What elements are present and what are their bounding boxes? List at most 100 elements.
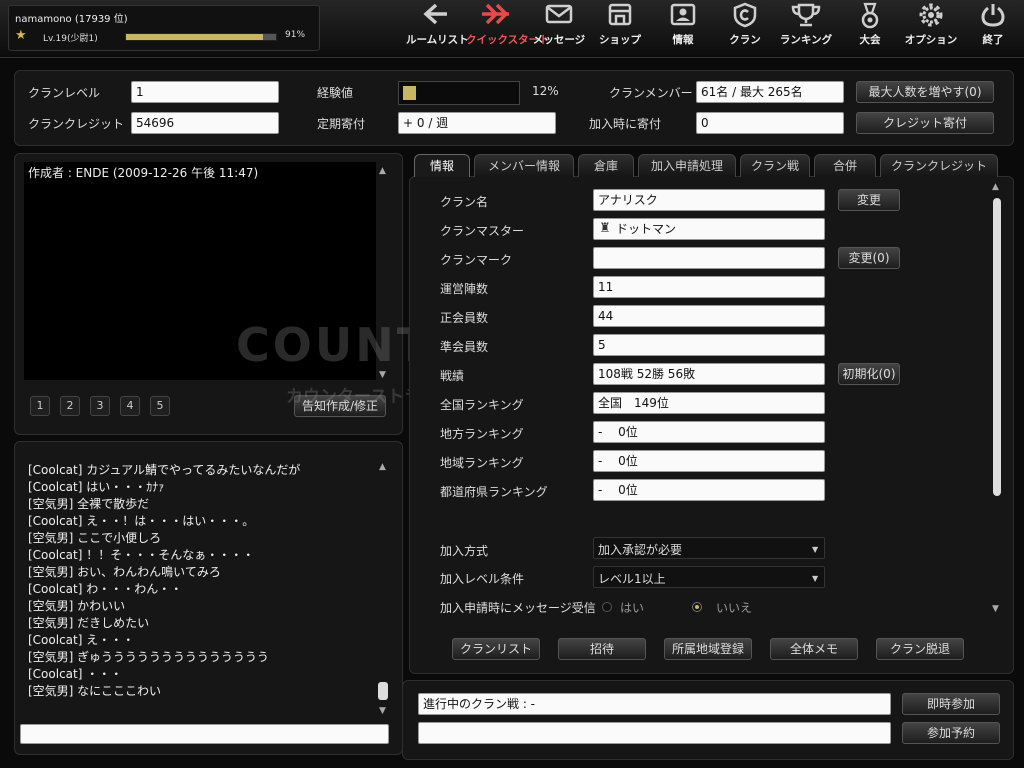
notice-page-2[interactable]: 2 [60,396,80,416]
prefecture-rank-label: 都道府県ランキング [440,485,548,499]
clan-name-label: クラン名 [440,195,489,209]
tab-clan-war[interactable]: クラン戦 [740,154,810,177]
tab-warehouse[interactable]: 倉庫 [578,154,634,177]
nav-label: メッセージ [532,34,586,46]
rank-insignia-icon: ★ [15,28,27,43]
notice-page-1[interactable]: 1 [30,396,50,416]
region-register-button[interactable]: 所属地域登録 [664,638,752,660]
tab-member-info[interactable]: メンバー情報 [474,154,574,177]
chat-line: [Coolcat] わ・・・わん・・ [28,582,183,596]
join-method-value: 加入承認が必要 [598,543,683,557]
arrow-left-icon [406,2,466,32]
dropdown-arrow-icon: ▼ [812,574,819,583]
fast-forward-icon [466,2,528,32]
join-now-button[interactable]: 即時参加 [902,693,1000,715]
chat-line: [Coolcat] ！！そ・・・そんなぁ・・・・ [28,548,255,562]
join-donation-field[interactable]: 0 [696,112,844,134]
donate-credit-button[interactable]: クレジット寄付 [856,112,994,134]
dropdown-arrow-icon: ▼ [812,545,819,554]
regular-donation-field: + 0 / 週 [398,112,556,134]
envelope-icon [530,2,588,32]
associate-members-field: 5 [593,334,825,356]
clan-master-field: ドットマン [593,218,825,240]
nav-label: クイックスタート [466,34,550,46]
chat-line: [空気男] なにこここわい [28,684,161,698]
nav-info-button[interactable]: 情報 [660,2,706,56]
nav-label: ランキング [779,34,833,46]
national-rank-field: 全国 149位 [593,392,825,414]
nav-label: クラン [729,34,761,46]
exp-label: 経験値 [317,86,354,100]
gear-icon [902,2,960,32]
clan-master-label: クランマスター [440,224,525,238]
chat-line: [空気男] ぎゅうううううううううううううう [28,650,269,664]
all-memo-button[interactable]: 全体メモ [770,638,858,660]
reset-record-button[interactable]: 初期化(0) [838,363,900,385]
tab-info[interactable]: 情報 [414,154,470,177]
info-scroll-down-icon[interactable]: ▼ [992,604,999,614]
chat-scroll-up-icon[interactable]: ▲ [379,462,386,472]
regional-rank-label: 地域ランキング [440,456,524,470]
notice-author-line: 作成者 : ENDE (2009-12-26 午後 11:47) [28,166,259,180]
chat-line: [Coolcat] ・・・ [28,667,123,681]
nav-label: ルームリスト [406,34,469,46]
nav-label: オプション [904,34,958,46]
tab-clan-credit[interactable]: クランクレジット [880,154,998,177]
id-card-icon [660,2,706,32]
nav-quick-start-button[interactable]: クイックスタート [466,2,550,56]
nav-shop-button[interactable]: ショップ [594,2,646,56]
reserve-button[interactable]: 参加予約 [902,722,1000,744]
message-receive-label: 加入申請時にメッセージ受信 [440,601,596,615]
scroll-up-arrow-icon[interactable]: ▲ [379,166,386,176]
trophy-icon [776,2,836,32]
chat-input[interactable] [20,724,389,744]
nav-exit-button[interactable]: 終了 [972,2,1014,56]
invite-button[interactable]: 招待 [558,638,646,660]
leave-clan-button[interactable]: クラン脱退 [876,638,964,660]
notice-page-3[interactable]: 3 [90,396,110,416]
nav-ranking-button[interactable]: ランキング [776,2,836,56]
info-scroll-thumb[interactable] [993,198,1001,496]
nav-room-list-button[interactable]: ルームリスト [406,2,469,56]
clan-level-field: 1 [131,81,279,103]
members-label: クランメンバー [609,86,693,100]
clan-list-button[interactable]: クランリスト [452,638,540,660]
shop-icon [594,2,646,32]
clan-war-panel [402,680,1014,760]
nav-label: 終了 [982,34,1004,46]
nav-label: 情報 [672,34,694,46]
regular-donation-label: 定期寄付 [317,117,366,131]
chat-line: [Coolcat] え・・・ [28,633,135,647]
chat-scroll-thumb[interactable] [378,682,388,700]
chat-line: [Coolcat] カジュアル鯖でやってるみたいなんだが [28,463,301,477]
option-yes-radio[interactable] [602,602,612,612]
war-record-label: 戦績 [440,369,465,383]
clan-shield-icon [722,2,768,32]
option-no-radio[interactable] [692,602,702,612]
nav-label: 大会 [859,34,881,46]
nav-tournament-button[interactable]: 大会 [848,2,892,56]
change-mark-button[interactable]: 変更(0) [838,247,900,269]
nav-option-button[interactable]: オプション [902,2,960,56]
change-name-button[interactable]: 変更 [838,189,900,211]
increase-members-button[interactable]: 最大人数を増やす(0) [856,81,994,103]
notice-page-4[interactable]: 4 [120,396,140,416]
tab-merge[interactable]: 合併 [814,154,876,177]
clan-exp-fill [403,86,417,100]
join-level-select[interactable]: レベル1以上 ▼ [593,566,825,588]
chat-line: [空気男] ここで小便しろ [28,531,162,545]
user-level: Lv.19(少尉1) [43,34,98,44]
tab-join-requests[interactable]: 加入申請処理 [638,154,736,177]
district-rank-field: - 0位 [593,421,825,443]
info-scroll-up-icon[interactable]: ▲ [992,182,999,192]
clan-exp-bar [398,81,520,105]
join-method-select[interactable]: 加入承認が必要 ▼ [593,537,825,559]
chat-line: [空気男] だきしめたい [28,616,150,630]
join-method-label: 加入方式 [440,544,489,558]
chat-scroll-down-icon[interactable]: ▼ [379,706,386,716]
join-level-label: 加入レベル条件 [440,572,525,586]
notice-page-5[interactable]: 5 [150,396,170,416]
nav-clan-button[interactable]: クラン [722,2,768,56]
nav-message-button[interactable]: メッセージ [530,2,588,56]
chat-line: [Coolcat] はい・・・ｶﾅｧ [28,480,165,494]
